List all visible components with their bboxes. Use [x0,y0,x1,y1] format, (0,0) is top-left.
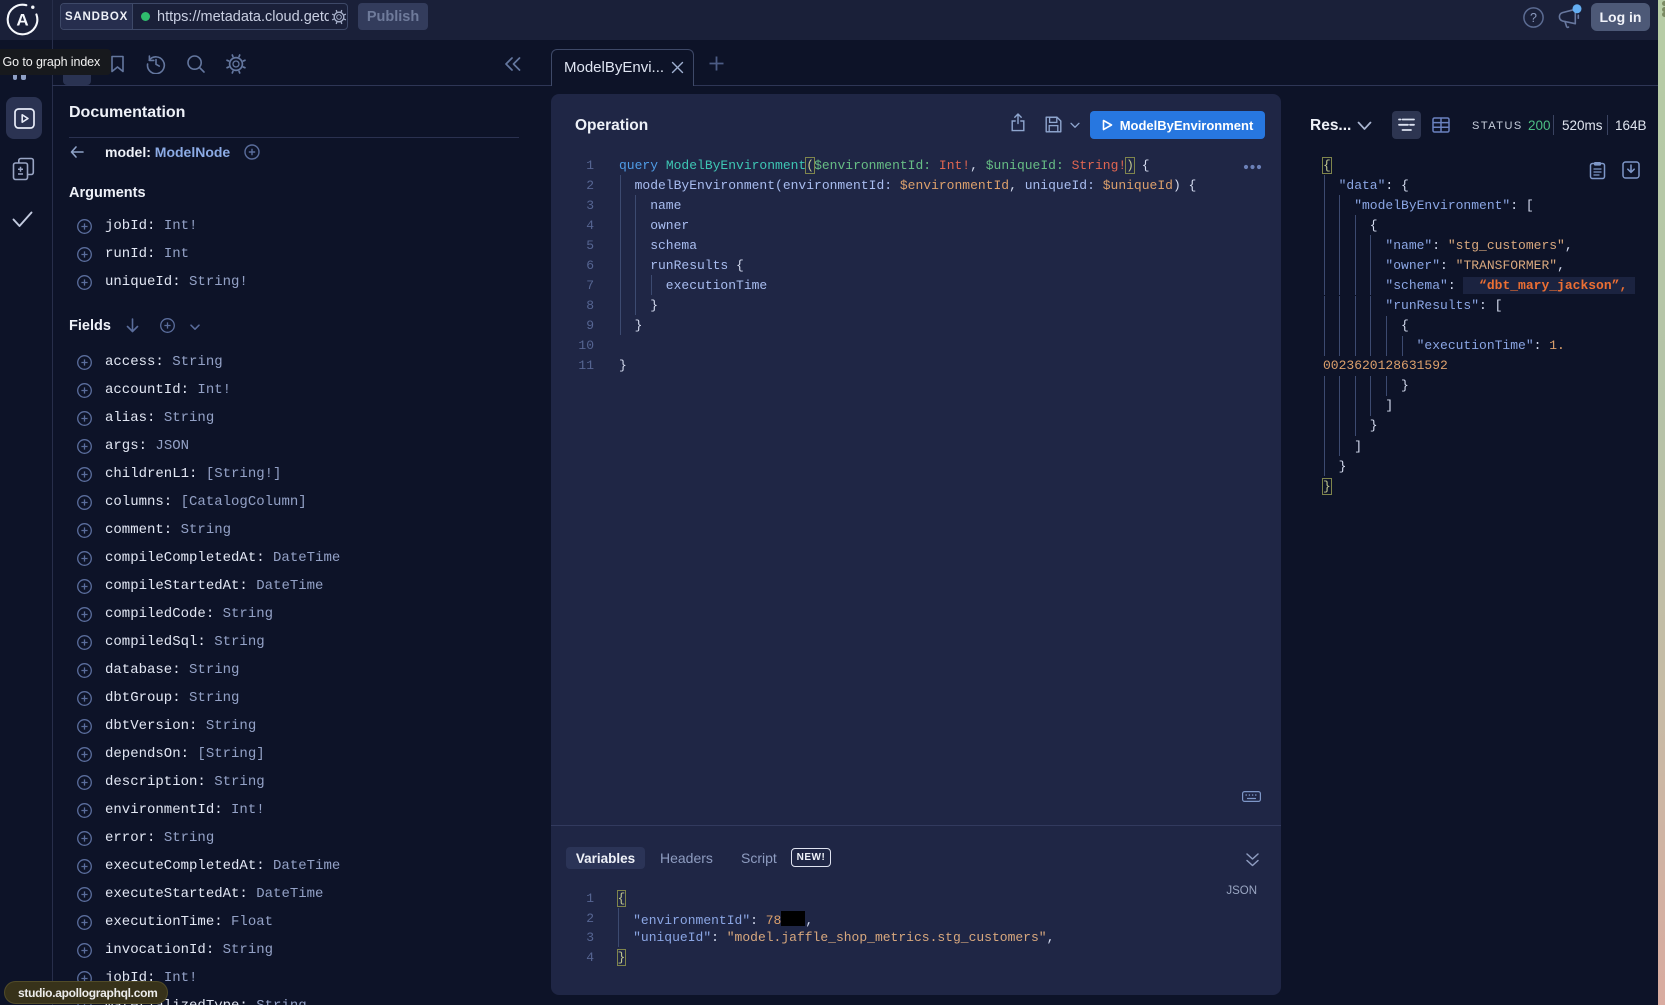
svg-text:A: A [16,11,28,30]
svg-text:?: ? [1530,11,1537,25]
